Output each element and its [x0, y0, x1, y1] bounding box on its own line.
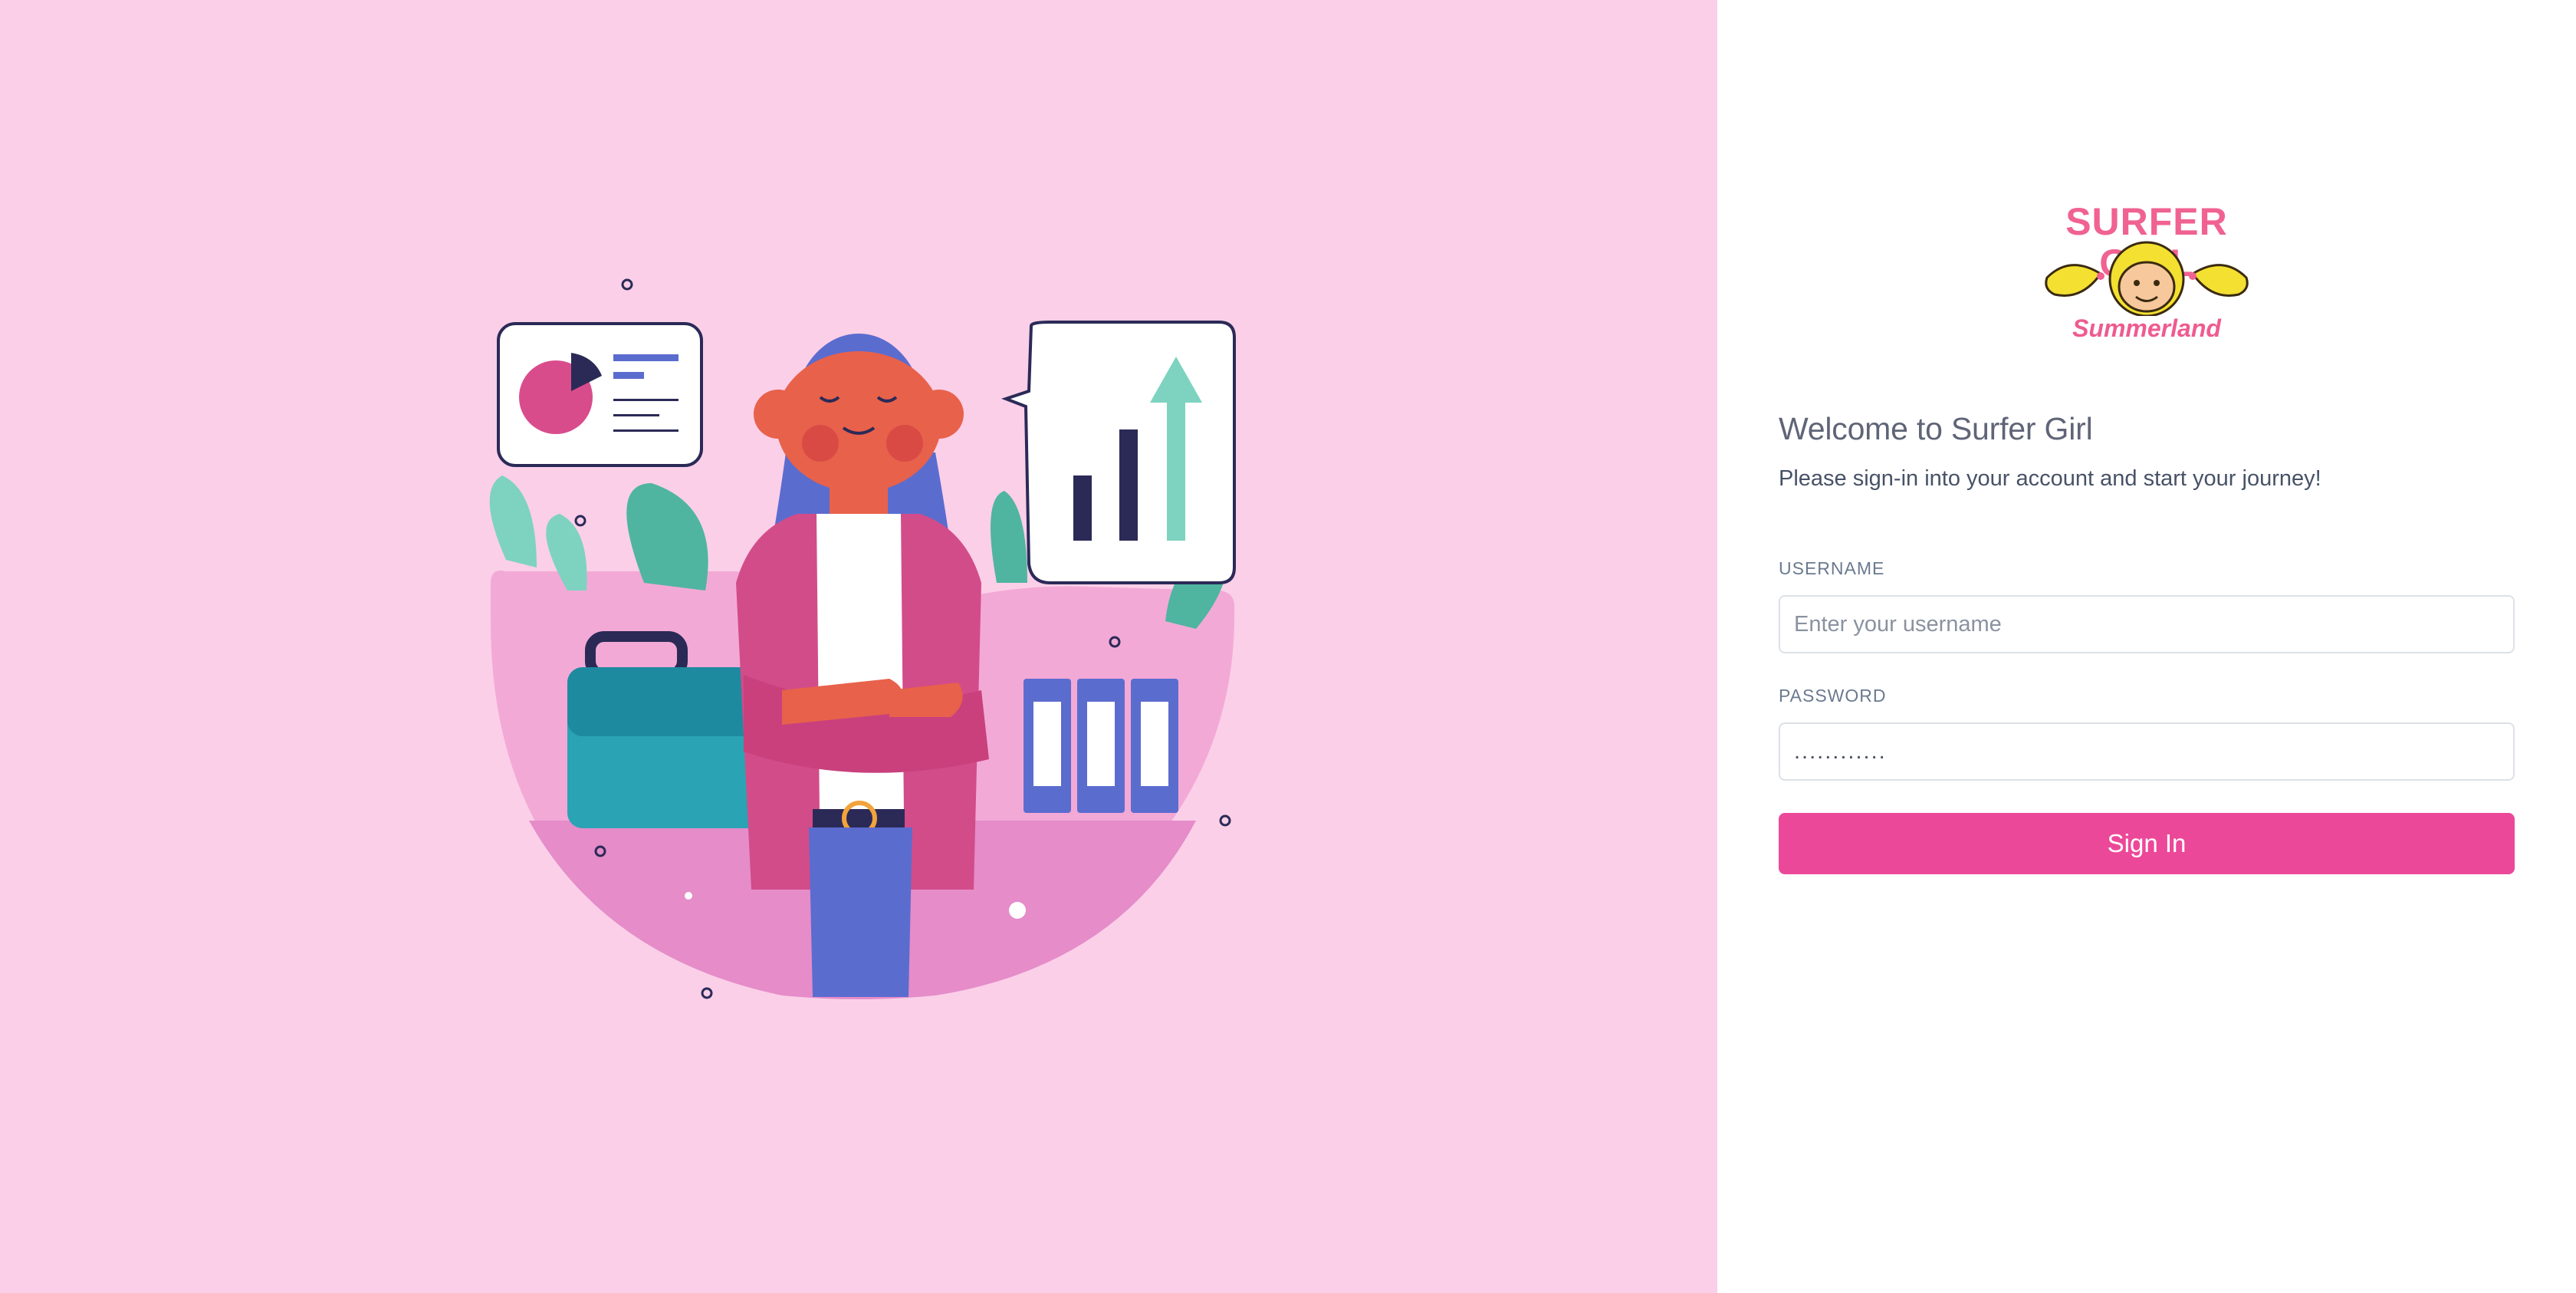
illustration-panel: [0, 0, 1717, 1293]
username-label: USERNAME: [1779, 558, 1885, 578]
password-input[interactable]: [1779, 722, 2515, 781]
welcome-subtitle: Please sign-in into your account and sta…: [1779, 466, 2321, 491]
username-input[interactable]: [1779, 595, 2515, 653]
brand-logo: SURFER GIRL Summerland: [2039, 201, 2254, 350]
password-label: PASSWORD: [1779, 686, 1887, 706]
woman-office-analytics-illustration-icon: [489, 278, 1236, 999]
surfer-girl-face-logo-icon: [2045, 241, 2249, 316]
sign-in-button[interactable]: Sign In: [1779, 813, 2515, 874]
brand-subtitle: Summerland: [2072, 314, 2221, 342]
welcome-title: Welcome to Surfer Girl: [1779, 411, 2093, 446]
